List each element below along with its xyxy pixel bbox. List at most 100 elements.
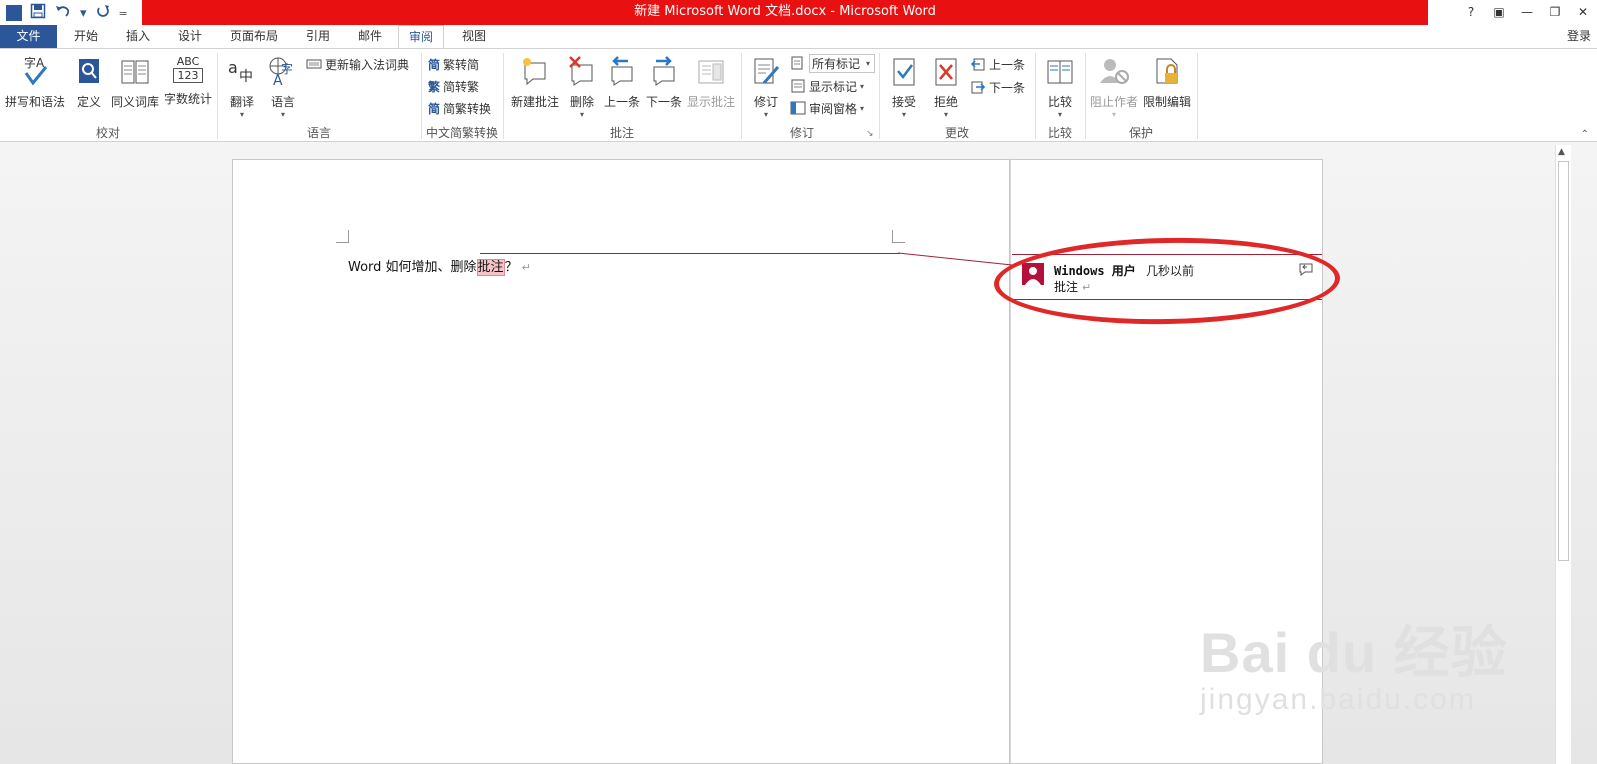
spelling-check-icon: 字A <box>4 55 66 90</box>
previous-comment-button[interactable]: 上一条 <box>602 55 642 110</box>
language-group-label: 语言 <box>306 126 331 140</box>
new-comment-button[interactable]: 新建批注 <box>508 55 562 110</box>
window-controls: ? ▣ — ❐ ✕ <box>1457 0 1597 25</box>
word-count-button[interactable]: ABC 123 字数统计 <box>162 55 214 107</box>
word-count-icon: ABC 123 <box>173 55 203 87</box>
compare-group-label: 比较 <box>1047 126 1072 140</box>
previous-change-button[interactable]: 上一条 <box>970 54 1025 74</box>
next-change-button[interactable]: 下一条 <box>970 77 1025 97</box>
accept-button[interactable]: 接受 ▾ <box>886 55 922 119</box>
show-markup-button[interactable]: 显示标记 ▾ <box>790 76 864 96</box>
chinese-conversion-button[interactable]: 简 简繁转换 <box>428 98 491 118</box>
delete-dropdown-icon[interactable]: ▾ <box>564 110 600 119</box>
block-authors-button[interactable]: 阻止作者 ▾ <box>1088 55 1140 119</box>
simplified-to-traditional-label: 简转繁 <box>443 79 480 94</box>
reject-dropdown-icon[interactable]: ▾ <box>928 110 964 119</box>
scrollbar-thumb[interactable] <box>1558 161 1569 561</box>
restrict-editing-button[interactable]: 限制编辑 <box>1142 55 1192 110</box>
tracking-dialog-launcher-icon[interactable]: ↘ <box>866 129 874 139</box>
next-change-icon <box>970 79 986 95</box>
chinese-conversion-group-label: 中文简繁转换 <box>425 126 498 140</box>
save-icon[interactable] <box>30 3 46 23</box>
tab-view[interactable]: 视图 <box>450 25 498 49</box>
markup-display-value: 所有标记 <box>809 53 876 73</box>
translate-label: 翻译 <box>229 95 254 109</box>
window-title: 新建 Microsoft Word 文档.docx - Microsoft Wo… <box>142 0 1428 25</box>
customize-qat-icon[interactable]: = <box>119 7 128 20</box>
tab-mailings[interactable]: 邮件 <box>346 25 394 49</box>
collapse-ribbon-icon[interactable]: ⌃ <box>1581 129 1589 140</box>
compare-icon <box>1042 55 1078 90</box>
update-ime-dictionary-button[interactable]: 更新输入法词典 <box>306 54 409 74</box>
restore-button[interactable]: ❐ <box>1541 0 1569 25</box>
simplified-to-traditional-button[interactable]: 繁 简转繁 <box>428 76 479 96</box>
word-count-label: 字数统计 <box>163 92 212 106</box>
proofing-group-label: 校对 <box>95 126 120 140</box>
markup-display-select[interactable]: 所有标记 ▾ <box>790 53 876 73</box>
language-dropdown-icon[interactable]: ▾ <box>264 110 302 119</box>
show-markup-label: 显示标记 <box>809 79 858 94</box>
reviewing-pane-dropdown-icon[interactable]: ▾ <box>860 104 864 113</box>
commented-text[interactable]: 批注 <box>476 259 505 276</box>
undo-icon[interactable] <box>54 3 72 23</box>
sign-in-link[interactable]: 登录 <box>1567 27 1591 44</box>
ribbon-display-options-button[interactable]: ▣ <box>1485 0 1513 25</box>
previous-comment-icon <box>602 55 642 90</box>
translate-dropdown-icon[interactable]: ▾ <box>224 110 260 119</box>
spelling-grammar-button[interactable]: 字A 拼写和语法 <box>4 55 66 110</box>
tab-design[interactable]: 设计 <box>166 25 214 49</box>
next-comment-icon <box>644 55 684 90</box>
define-button[interactable]: 定义 <box>72 55 106 110</box>
update-ime-dictionary-label: 更新输入法词典 <box>325 57 410 72</box>
previous-comment-label: 上一条 <box>603 95 640 109</box>
minimize-button[interactable]: — <box>1513 0 1541 25</box>
document-paragraph[interactable]: Word 如何增加、删除批注？ ↵ <box>348 256 531 276</box>
chinese-conversion-label: 简繁转换 <box>443 101 492 116</box>
tab-review[interactable]: 审阅 <box>398 25 444 49</box>
redo-icon[interactable] <box>95 3 111 23</box>
delete-comment-label: 删除 <box>569 95 594 109</box>
translate-button[interactable]: a中 翻译 ▾ <box>224 55 260 119</box>
show-markup-dropdown-icon[interactable]: ▾ <box>860 82 864 91</box>
language-label: 语言 <box>270 95 295 109</box>
block-authors-label: 阻止作者 <box>1089 95 1138 109</box>
show-comments-icon <box>686 55 736 90</box>
track-changes-dropdown-icon[interactable]: ▾ <box>748 110 784 119</box>
traditional-to-simplified-button[interactable]: 简 繁转简 <box>428 54 479 74</box>
restrict-editing-lock-icon <box>1142 55 1192 90</box>
tab-file[interactable]: 文件 <box>0 25 57 49</box>
delete-comment-button[interactable]: 删除 ▾ <box>564 55 600 119</box>
undo-dropdown-icon[interactable]: ▾ <box>80 6 87 21</box>
close-button[interactable]: ✕ <box>1569 0 1597 25</box>
tab-home[interactable]: 开始 <box>62 25 110 49</box>
show-comments-button[interactable]: 显示批注 <box>686 55 736 110</box>
track-changes-button[interactable]: 修订 ▾ <box>748 55 784 119</box>
compare-dropdown-icon[interactable]: ▾ <box>1042 110 1078 119</box>
tab-page-layout[interactable]: 页面布局 <box>222 25 286 49</box>
track-changes-label: 修订 <box>753 95 778 109</box>
next-comment-button[interactable]: 下一条 <box>644 55 684 110</box>
svg-text:a: a <box>228 58 238 77</box>
vertical-scrollbar[interactable]: ▲ <box>1555 145 1571 764</box>
tab-insert[interactable]: 插入 <box>114 25 162 49</box>
block-authors-dropdown-icon[interactable]: ▾ <box>1088 110 1140 119</box>
document-page[interactable] <box>232 159 1010 764</box>
compare-button[interactable]: 比较 ▾ <box>1042 55 1078 119</box>
comments-group-label: 批注 <box>609 126 634 140</box>
show-comments-label: 显示批注 <box>686 95 735 109</box>
accept-icon <box>886 55 922 90</box>
thesaurus-button[interactable]: 同义词库 <box>108 55 162 110</box>
tracking-group-label: 修订 <box>789 126 814 140</box>
reject-button[interactable]: 拒绝 ▾ <box>928 55 964 119</box>
word-app-icon[interactable]: W <box>6 5 22 21</box>
svg-text:字: 字 <box>281 61 293 76</box>
margin-crop-mark <box>892 230 905 243</box>
accept-label: 接受 <box>891 95 916 109</box>
language-button[interactable]: 字A 语言 ▾ <box>264 55 302 119</box>
reviewing-pane-button[interactable]: 审阅窗格 ▾ <box>790 98 864 118</box>
svg-text:中: 中 <box>239 69 253 85</box>
tab-references[interactable]: 引用 <box>294 25 342 49</box>
accept-dropdown-icon[interactable]: ▾ <box>886 110 922 119</box>
scroll-up-icon[interactable]: ▲ <box>1558 147 1565 157</box>
help-button[interactable]: ? <box>1457 0 1485 25</box>
